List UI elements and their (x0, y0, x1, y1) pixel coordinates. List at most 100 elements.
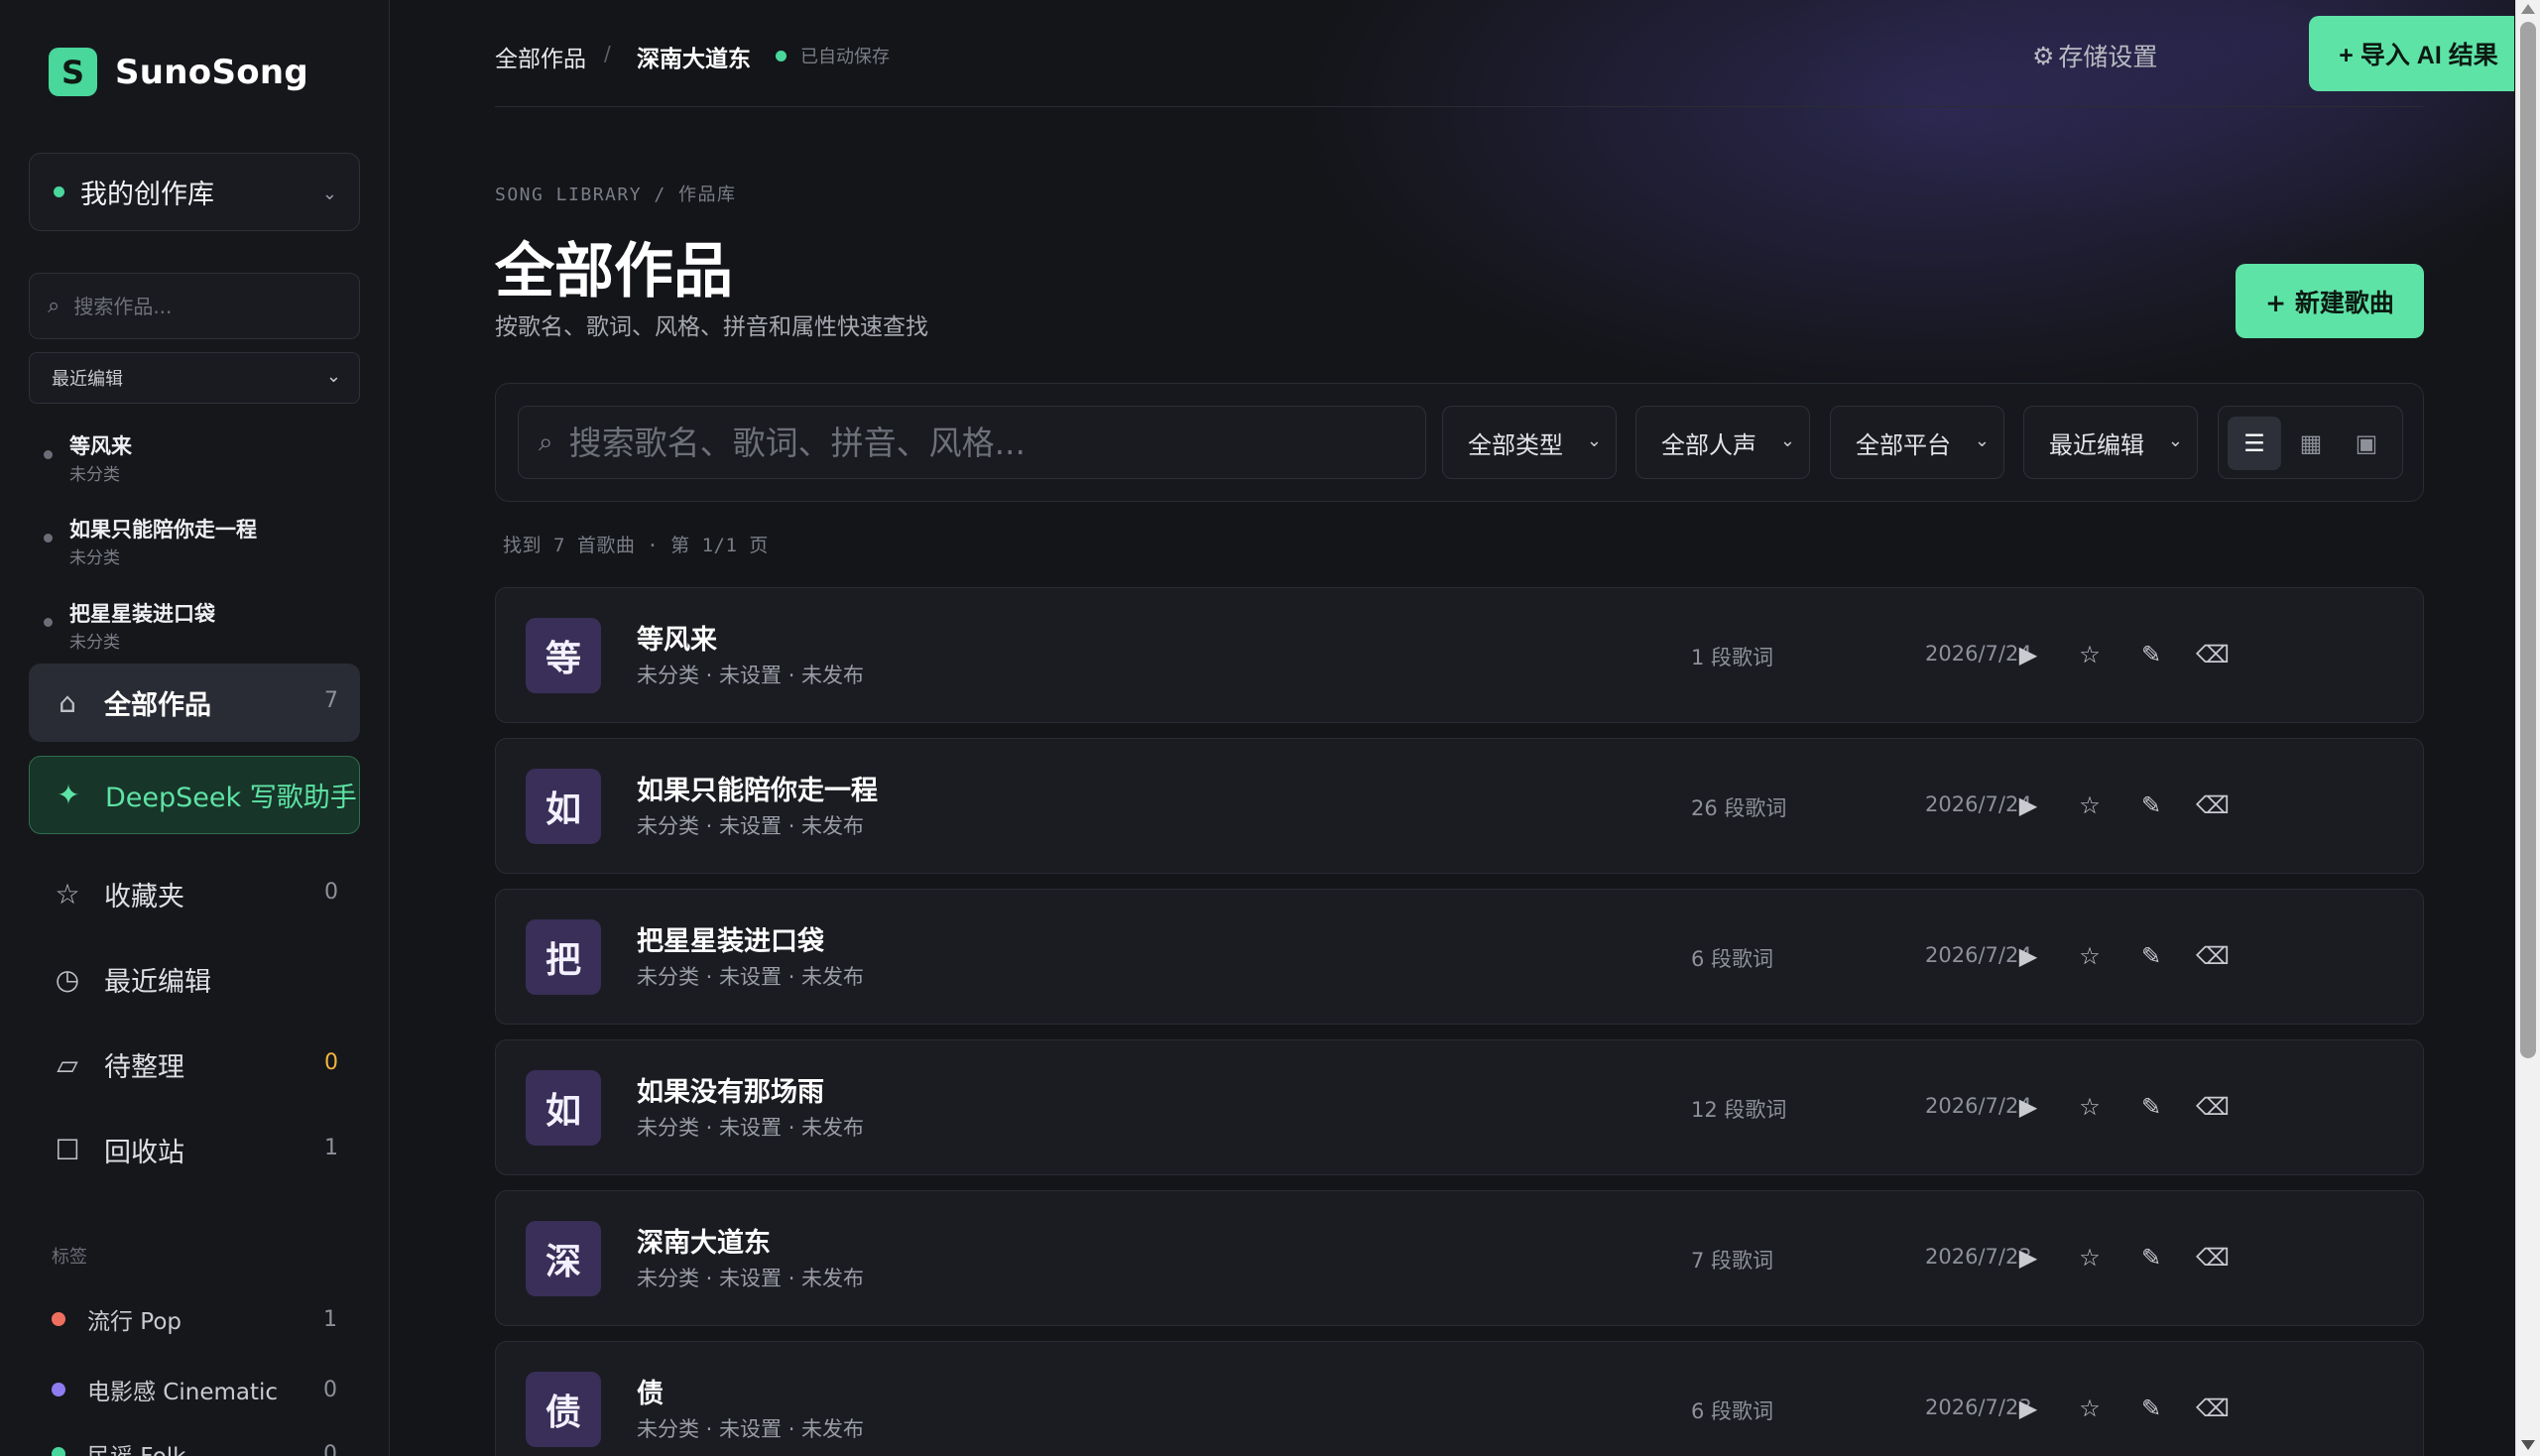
search-icon: ⌕ (48, 294, 60, 318)
star-icon[interactable]: ☆ (2067, 1235, 2113, 1280)
sidebar-item-label: 收藏夹 (104, 882, 184, 912)
sidebar-item-count: 7 (324, 688, 338, 713)
star-icon: ☆ (55, 878, 80, 910)
song-lyric-count: 7 段歌词 (1691, 1249, 1774, 1273)
song-row[interactable]: 债 债 未分类 · 未设置 · 未发布 6 段歌词 2026/7/23 ▶ ☆ … (495, 1341, 2424, 1456)
result-summary: 找到 7 首歌曲 · 第 1/1 页 (503, 535, 769, 556)
sidebar-sort-select[interactable]: 最近编辑 ⌄ (29, 352, 360, 404)
import-ai-result-button[interactable]: + 导入 AI 结果 (2309, 16, 2514, 91)
song-lyric-count: 12 段歌词 (1691, 1098, 1787, 1122)
sidebar-item-label: 回收站 (104, 1138, 184, 1168)
breadcrumb-root[interactable]: 全部作品 (495, 40, 586, 73)
play-icon[interactable]: ▶ (2005, 1084, 2051, 1130)
song-avatar: 如 (526, 1070, 601, 1146)
tag-item-pop[interactable]: 流行 Pop 1 (52, 1299, 349, 1339)
autosave-dot (776, 50, 786, 61)
song-title[interactable]: 把星星装进口袋 (637, 919, 824, 958)
recent-item-category: 未分类 (69, 633, 120, 653)
delete-icon[interactable]: ⌫ (2190, 783, 2236, 828)
recent-item-name: 等风来 (69, 434, 132, 458)
star-icon[interactable]: ☆ (2067, 933, 2113, 979)
play-icon[interactable]: ▶ (2005, 933, 2051, 979)
sidebar-item-to-organize[interactable]: ▱ 待整理 0 (29, 1026, 360, 1104)
star-icon[interactable]: ☆ (2067, 1386, 2113, 1431)
song-meta: 未分类 · 未设置 · 未发布 (637, 1116, 865, 1140)
delete-icon[interactable]: ⌫ (2190, 1084, 2236, 1130)
play-icon[interactable]: ▶ (2005, 1235, 2051, 1280)
scroll-down-icon[interactable] (2521, 1440, 2535, 1450)
sidebar-item-label: 待整理 (104, 1052, 184, 1083)
card-view-icon[interactable]: ▣ (2340, 417, 2393, 470)
vocal-filter-select[interactable]: 全部人声 ⌄ (1635, 406, 1810, 479)
song-row[interactable]: 等 等风来 未分类 · 未设置 · 未发布 1 段歌词 2026/7/24 ▶ … (495, 587, 2424, 723)
clock-icon: ◷ (55, 963, 80, 996)
type-filter-select[interactable]: 全部类型 ⌄ (1442, 406, 1617, 479)
list-view-icon[interactable]: ☰ (2228, 417, 2281, 470)
recent-item-dot (44, 534, 53, 543)
page-scrollbar[interactable] (2515, 0, 2540, 1456)
song-title[interactable]: 等风来 (637, 618, 717, 657)
song-row[interactable]: 深 深南大道东 未分类 · 未设置 · 未发布 7 段歌词 2026/7/23 … (495, 1190, 2424, 1326)
song-row[interactable]: 如 如果只能陪你走一程 未分类 · 未设置 · 未发布 26 段歌词 2026/… (495, 738, 2424, 874)
sidebar-search-input[interactable] (73, 294, 332, 318)
song-search[interactable]: ⌕ (518, 406, 1426, 479)
edit-icon[interactable]: ✎ (2128, 933, 2174, 979)
grid-view-icon[interactable]: ▦ (2284, 417, 2338, 470)
song-avatar: 如 (526, 769, 601, 844)
type-filter-label: 全部类型 (1468, 430, 1563, 459)
sidebar-item-deepseek-assistant[interactable]: ✦ DeepSeek 写歌助手 (29, 756, 360, 834)
tag-item-folk[interactable]: 民谣 Folk 0 (52, 1434, 349, 1456)
edit-icon[interactable]: ✎ (2128, 1386, 2174, 1431)
tag-color-dot (52, 1447, 65, 1456)
sidebar-item-count: 0 (324, 1050, 338, 1075)
new-song-button[interactable]: + 新建歌曲 (2236, 264, 2424, 338)
sidebar-item-recent[interactable]: ◷ 最近编辑 (29, 940, 360, 1019)
song-title[interactable]: 深南大道东 (637, 1221, 771, 1260)
edit-icon[interactable]: ✎ (2128, 632, 2174, 677)
song-title[interactable]: 如果没有那场雨 (637, 1070, 824, 1109)
scrollbar-thumb[interactable] (2520, 22, 2536, 1058)
storage-settings-button[interactable]: ⚙ 存储设置 (2032, 38, 2157, 73)
sidebar-item-trash[interactable]: ☐ 回收站 1 (29, 1111, 360, 1189)
sort-select[interactable]: 最近编辑 ⌄ (2023, 406, 2198, 479)
song-meta: 未分类 · 未设置 · 未发布 (637, 664, 865, 687)
tag-count: 0 (323, 1441, 337, 1456)
sidebar-item-count: 1 (324, 1136, 338, 1160)
edit-icon[interactable]: ✎ (2128, 1084, 2174, 1130)
song-search-input[interactable] (568, 423, 1383, 462)
song-row[interactable]: 把 把星星装进口袋 未分类 · 未设置 · 未发布 6 段歌词 2026/7/2… (495, 889, 2424, 1025)
song-lyric-count: 6 段歌词 (1691, 947, 1774, 971)
star-icon[interactable]: ☆ (2067, 1084, 2113, 1130)
edit-icon[interactable]: ✎ (2128, 783, 2174, 828)
brand-logo: S (49, 48, 97, 96)
chevron-down-icon: ⌄ (1779, 430, 1795, 451)
tag-item-cinematic[interactable]: 电影感 Cinematic 0 (52, 1370, 349, 1409)
platform-filter-select[interactable]: 全部平台 ⌄ (1830, 406, 2004, 479)
sidebar-item-favorites[interactable]: ☆ 收藏夹 0 (29, 855, 360, 933)
delete-icon[interactable]: ⌫ (2190, 1235, 2236, 1280)
delete-icon[interactable]: ⌫ (2190, 933, 2236, 979)
edit-icon[interactable]: ✎ (2128, 1235, 2174, 1280)
tag-name: 电影感 Cinematic (87, 1380, 279, 1405)
sidebar-item-all-works[interactable]: ⌂ 全部作品 7 (29, 664, 360, 742)
play-icon[interactable]: ▶ (2005, 783, 2051, 828)
song-title[interactable]: 债 (637, 1372, 664, 1410)
chevron-down-icon: ⌄ (321, 183, 337, 204)
topbar: 全部作品 / 深南大道东 已自动保存 ⚙ 存储设置 + 导入 AI 结果 (495, 0, 2514, 107)
storage-settings-label: 存储设置 (2058, 43, 2158, 71)
star-icon[interactable]: ☆ (2067, 783, 2113, 828)
delete-icon[interactable]: ⌫ (2190, 1386, 2236, 1431)
song-title[interactable]: 如果只能陪你走一程 (637, 769, 878, 807)
library-select[interactable]: 我的创作库 ⌄ (29, 153, 360, 231)
delete-icon[interactable]: ⌫ (2190, 632, 2236, 677)
home-icon: ⌂ (59, 686, 76, 719)
sidebar-search[interactable]: ⌕ (29, 273, 360, 339)
play-icon[interactable]: ▶ (2005, 1386, 2051, 1431)
star-icon[interactable]: ☆ (2067, 632, 2113, 677)
song-lyric-count: 1 段歌词 (1691, 646, 1774, 669)
brand[interactable]: S SunoSong (49, 48, 308, 96)
scroll-up-icon[interactable] (2521, 4, 2535, 14)
song-row[interactable]: 如 如果没有那场雨 未分类 · 未设置 · 未发布 12 段歌词 2026/7/… (495, 1039, 2424, 1175)
sparkle-icon: ✦ (57, 779, 80, 811)
play-icon[interactable]: ▶ (2005, 632, 2051, 677)
